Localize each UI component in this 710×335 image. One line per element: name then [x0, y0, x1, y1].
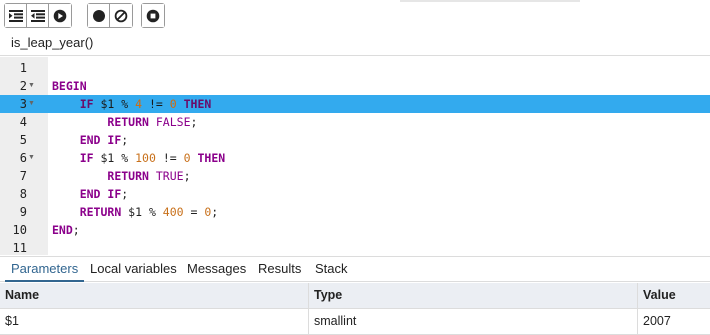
parameters-grid: Name Type Value $1 smallint 2007	[0, 283, 710, 335]
grid-header-row: Name Type Value	[0, 283, 710, 309]
line-number: 9	[19, 205, 27, 219]
stop-button[interactable]	[142, 4, 164, 27]
code-text: RETURN TRUE;	[107, 169, 191, 183]
code-text: END IF;	[79, 133, 129, 147]
line-number: 3	[19, 97, 27, 111]
stop-icon	[146, 9, 160, 22]
line-number: 7	[19, 169, 27, 183]
line-number: 4	[19, 115, 27, 129]
step-over-button[interactable]	[27, 4, 49, 27]
toggle-breakpoint-button[interactable]	[88, 4, 110, 27]
code-text: IF $1 % 100 != 0 THEN	[79, 151, 226, 165]
clear-breakpoints-icon	[114, 9, 128, 22]
code-line[interactable]: 2 ▼ BEGIN	[0, 77, 710, 95]
line-number: 2	[19, 79, 27, 93]
param-value-cell[interactable]: 2007	[638, 309, 710, 335]
line-number: 11	[12, 241, 27, 255]
fold-arrow-icon[interactable]: ▼	[28, 149, 35, 167]
debugger-toolbar	[0, 0, 710, 32]
code-editor[interactable]: 1 2 ▼ BEGIN 3 ▼ IF $1 % 4 != 0 THEN 4 RE…	[0, 57, 710, 255]
code-line[interactable]: 11	[0, 239, 710, 257]
code-line-active[interactable]: 3 ▼ IF $1 % 4 != 0 THEN	[0, 95, 710, 113]
step-over-icon	[30, 9, 45, 22]
line-number: 6	[19, 151, 27, 165]
code-text: RETURN $1 % 400 = 0;	[79, 205, 219, 219]
breakpoint-button-group	[87, 3, 133, 28]
column-header-value[interactable]: Value	[638, 283, 710, 309]
code-line[interactable]: 8 END IF;	[0, 185, 710, 203]
fold-arrow-icon[interactable]: ▼	[28, 77, 35, 95]
tab-parameters[interactable]: Parameters	[5, 257, 85, 282]
continue-icon	[53, 9, 67, 22]
code-line[interactable]: 10 END;	[0, 221, 710, 239]
clear-breakpoints-button[interactable]	[110, 4, 132, 27]
tab-local-variables[interactable]: Local variables	[84, 257, 183, 282]
toolbar-divider	[400, 0, 580, 2]
fold-arrow-icon[interactable]: ▼	[28, 95, 35, 113]
code-line[interactable]: 6 ▼ IF $1 % 100 != 0 THEN	[0, 149, 710, 167]
step-into-button[interactable]	[5, 4, 27, 27]
code-line[interactable]: 4 RETURN FALSE;	[0, 113, 710, 131]
step-button-group	[4, 3, 72, 28]
column-header-type[interactable]: Type	[309, 283, 638, 309]
line-number: 1	[19, 61, 27, 75]
line-number: 8	[19, 187, 27, 201]
code-text: END IF;	[79, 187, 129, 201]
code-text: END;	[52, 223, 80, 237]
param-type-cell: smallint	[309, 309, 638, 335]
code-line[interactable]: 1	[0, 59, 710, 77]
debugger-tabs: Parameters Local variables Messages Resu…	[0, 256, 710, 282]
function-name: is_leap_year()	[11, 35, 94, 50]
code-text: IF $1 % 4 != 0 THEN	[79, 97, 212, 111]
continue-button[interactable]	[49, 4, 71, 27]
line-number: 10	[12, 223, 27, 237]
step-into-icon	[8, 9, 23, 22]
code-line[interactable]: 9 RETURN $1 % 400 = 0;	[0, 203, 710, 221]
code-text: BEGIN	[52, 79, 87, 93]
table-row[interactable]: $1 smallint 2007	[0, 309, 710, 335]
code-text: RETURN FALSE;	[107, 115, 198, 129]
line-number: 5	[19, 133, 27, 147]
tab-messages[interactable]: Messages	[181, 257, 252, 282]
stop-button-group	[141, 3, 165, 28]
tab-results[interactable]: Results	[252, 257, 307, 282]
column-header-name[interactable]: Name	[0, 283, 309, 309]
tab-stack[interactable]: Stack	[309, 257, 354, 282]
toggle-breakpoint-icon	[92, 9, 105, 22]
code-line[interactable]: 7 RETURN TRUE;	[0, 167, 710, 185]
param-name-cell: $1	[0, 309, 309, 335]
function-name-bar: is_leap_year()	[0, 32, 710, 56]
code-line[interactable]: 5 END IF;	[0, 131, 710, 149]
